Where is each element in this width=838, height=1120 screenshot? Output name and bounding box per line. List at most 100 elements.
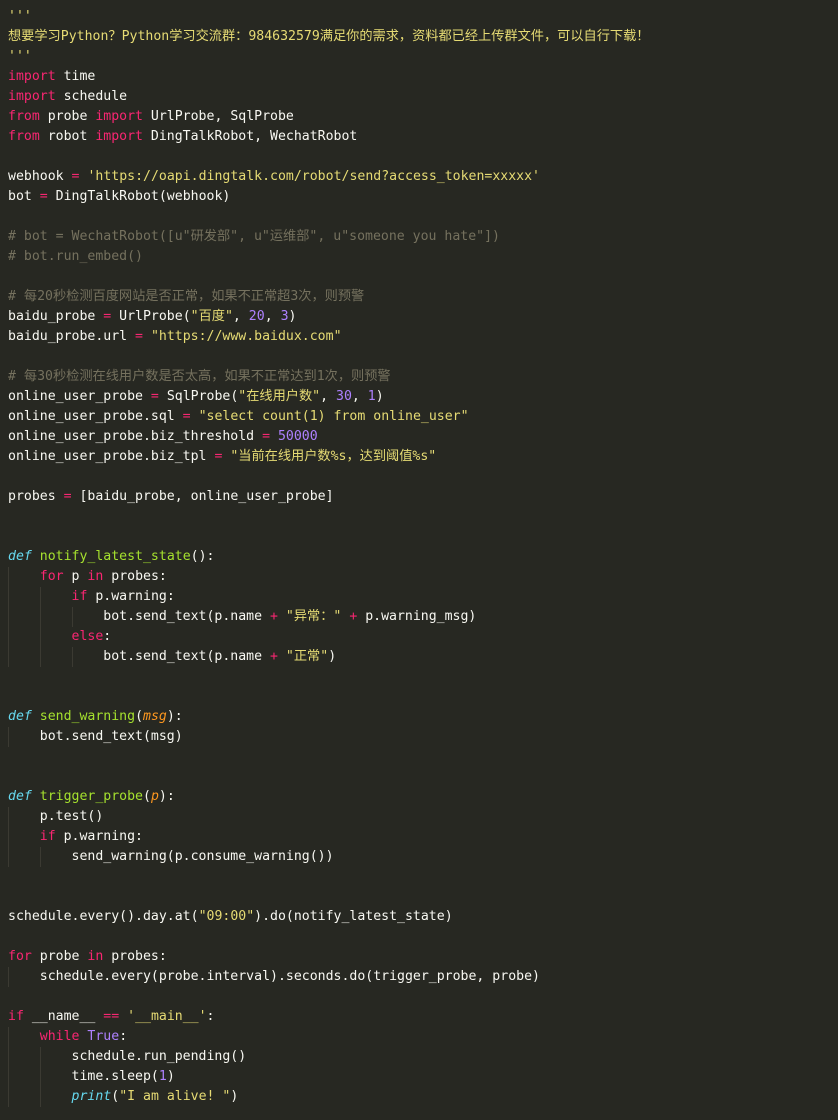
code-token: def	[8, 549, 32, 564]
code-token: 1	[367, 389, 376, 404]
code-token: trigger_probe	[39, 789, 143, 804]
code-line: else:	[8, 627, 112, 647]
code-token: import	[95, 129, 143, 144]
code-line: while True:	[8, 1027, 127, 1047]
code-token: schedule.run_pending()	[8, 1049, 247, 1064]
code-line: # 每20秒检测百度网站是否正常，如果不正常超3次，则预警	[8, 287, 364, 307]
code-token: "正常"	[285, 649, 329, 664]
code-line: probes = [baidu_probe, online_user_probe…	[8, 487, 334, 507]
code-token: from	[8, 129, 40, 144]
code-token: baidu_probe.url	[8, 329, 136, 344]
code-token: +	[270, 609, 278, 624]
code-token: online_user_probe	[8, 389, 151, 404]
code-token: )	[375, 389, 384, 404]
code-token: ):	[166, 709, 183, 724]
code-token: =	[182, 409, 191, 424]
code-token: (	[111, 1089, 120, 1104]
code-token: probes	[8, 489, 64, 504]
code-token: probe	[39, 109, 96, 124]
code-line: if __name__ == '__main__':	[8, 1007, 215, 1027]
code-token: 20	[248, 309, 265, 324]
code-line: '''	[8, 7, 32, 27]
code-token: =	[63, 489, 72, 504]
code-token: send_warning(p.consume_warning())	[8, 849, 334, 864]
code-token: :	[103, 629, 112, 644]
code-token: import	[8, 89, 56, 104]
code-token: from	[8, 109, 40, 124]
code-token: import	[95, 109, 143, 124]
code-token: online_user_probe.biz_tpl	[8, 449, 215, 464]
code-line: schedule.run_pending()	[8, 1047, 247, 1067]
code-token: ,	[232, 309, 249, 324]
code-token: p.test()	[8, 809, 104, 824]
code-line: bot.send_text(p.name + "正常")	[8, 647, 336, 667]
code-line: online_user_probe.biz_threshold = 50000	[8, 427, 318, 447]
code-token: ():	[190, 549, 215, 564]
code-token: in	[87, 949, 104, 964]
code-token: p	[63, 569, 88, 584]
code-token: DingTalkRobot, WechatRobot	[142, 129, 358, 144]
code-editor[interactable]: ''' 想要学习Python？Python学习交流群：984632579满足你的需…	[0, 0, 838, 1120]
code-line: import schedule	[8, 87, 127, 107]
code-token: while	[39, 1029, 80, 1044]
code-token: [baidu_probe, online_user_probe]	[71, 489, 334, 504]
code-token: +	[270, 649, 278, 664]
code-token: '''	[8, 49, 32, 64]
code-token: )	[288, 309, 297, 324]
code-line: 想要学习Python？Python学习交流群：984632579满足你的需求，资…	[8, 27, 649, 47]
code-token: '__main__'	[127, 1009, 207, 1024]
code-token: schedule.every().day.at(	[8, 909, 199, 924]
code-token: SqlProbe(	[158, 389, 239, 404]
code-token: '''	[8, 9, 32, 24]
code-token: =	[262, 429, 271, 444]
code-line: # 每30秒检测在线用户数是否太高，如果不正常达到1次，则预警	[8, 367, 391, 387]
code-line: if p.warning:	[8, 827, 143, 847]
code-line: def notify_latest_state():	[8, 547, 214, 567]
code-token: probes:	[103, 569, 167, 584]
code-token: p	[150, 789, 159, 804]
code-token: robot	[39, 129, 96, 144]
code-token: =	[39, 189, 48, 204]
code-line: schedule.every().day.at("09:00").do(noti…	[8, 907, 453, 927]
code-token: time.sleep(	[8, 1069, 159, 1084]
code-token: def	[8, 709, 32, 724]
code-line: import time	[8, 67, 95, 87]
code-token: ,	[264, 309, 281, 324]
code-token: =	[135, 329, 143, 344]
code-line: bot.send_text(msg)	[8, 727, 183, 747]
code-token: "https://www.baidux.com"	[150, 329, 342, 344]
code-token: 3	[280, 309, 289, 324]
code-line: print("I am alive! ")	[8, 1087, 239, 1107]
code-token: # 每30秒检测在线用户数是否太高，如果不正常达到1次，则预警	[8, 369, 391, 384]
code-line: webhook = 'https://oapi.dingtalk.com/rob…	[8, 167, 540, 187]
code-token: if	[8, 1009, 24, 1024]
code-line: baidu_probe = UrlProbe("百度", 20, 3)	[8, 307, 296, 327]
code-token: ,	[320, 389, 336, 404]
code-token: 50000	[277, 429, 318, 444]
code-token: :	[206, 1009, 215, 1024]
code-token: notify_latest_state	[39, 549, 191, 564]
code-token: 30	[336, 389, 352, 404]
code-line: def send_warning(msg):	[8, 707, 183, 727]
code-token: p.warning_msg)	[357, 609, 477, 624]
code-token: =	[150, 389, 159, 404]
code-token: )	[328, 649, 337, 664]
code-token: 'https://oapi.dingtalk.com/robot/send?ac…	[87, 169, 540, 184]
code-line: '''	[8, 47, 32, 67]
code-token: probes:	[103, 949, 167, 964]
code-token: )	[230, 1089, 239, 1104]
code-line: for p in probes:	[8, 567, 167, 587]
code-token: if	[71, 589, 88, 604]
code-line: from robot import DingTalkRobot, WechatR…	[8, 127, 357, 147]
code-token: for	[39, 569, 64, 584]
code-line: p.test()	[8, 807, 104, 827]
